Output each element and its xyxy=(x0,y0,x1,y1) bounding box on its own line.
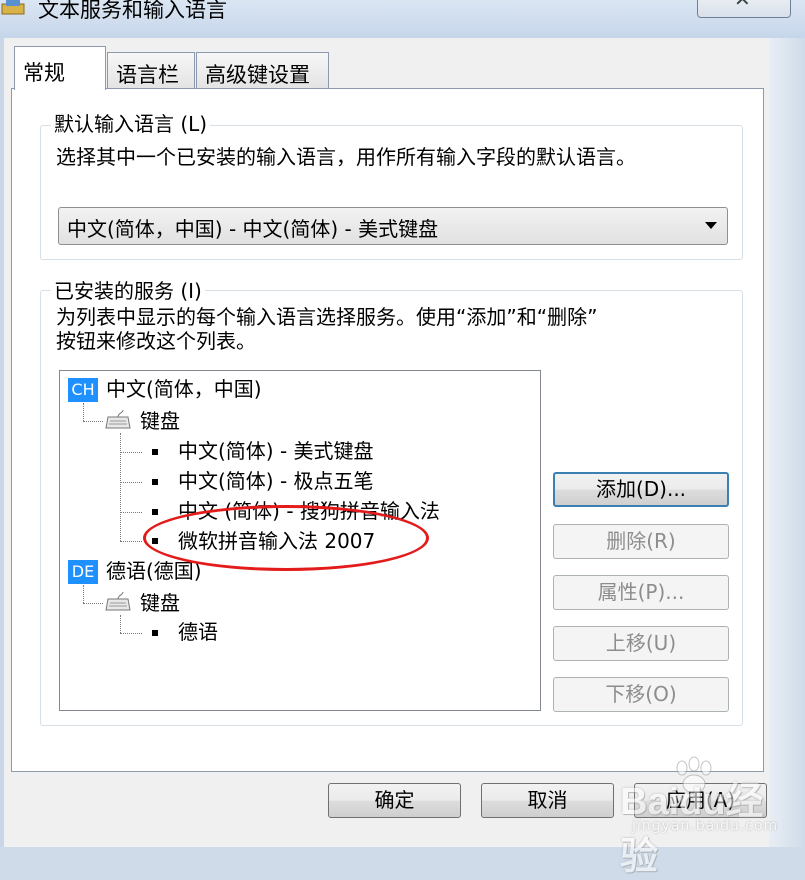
keyboard-icon xyxy=(105,592,131,611)
app-icon xyxy=(1,0,25,15)
tree-language-chinese[interactable]: 中文(简体，中国) xyxy=(106,376,262,402)
tree-group-keyboard-de[interactable]: 键盘 xyxy=(140,590,180,616)
move-down-button[interactable]: 下移(O) xyxy=(553,677,729,712)
tab-general-label: 常规 xyxy=(23,61,65,85)
tree-item-us-keyboard[interactable]: 中文(简体) - 美式键盘 xyxy=(178,438,374,464)
language-badge-de: DE xyxy=(68,560,98,584)
properties-button[interactable]: 属性(P)... xyxy=(553,575,729,610)
chevron-down-icon xyxy=(705,222,717,229)
tree-group-keyboard[interactable]: 键盘 xyxy=(140,408,180,434)
add-button[interactable]: 添加(D)... xyxy=(553,472,729,507)
tab-advanced-key-settings[interactable]: 高级键设置 xyxy=(196,52,329,89)
default-language-description: 选择其中一个已安装的输入语言，用作所有输入字段的默认语言。 xyxy=(56,145,636,169)
tree-connector xyxy=(83,585,84,603)
move-up-button[interactable]: 上移(U) xyxy=(553,626,729,661)
tab-advanced-label: 高级键设置 xyxy=(205,63,310,87)
tree-connector xyxy=(120,512,142,513)
close-icon: ✕ xyxy=(734,0,751,11)
tree-connector xyxy=(83,603,103,604)
tree-connector xyxy=(120,633,142,634)
tab-language-bar-label: 语言栏 xyxy=(116,63,179,87)
bullet xyxy=(152,479,158,485)
tree-connector xyxy=(120,482,142,483)
highlight-ellipse xyxy=(143,505,429,571)
cancel-button[interactable]: 取消 xyxy=(481,783,614,818)
ok-button[interactable]: 确定 xyxy=(328,783,461,818)
tree-connector xyxy=(120,541,142,542)
close-button[interactable]: ✕ xyxy=(697,0,791,18)
default-language-legend: 默认输入语言 (L) xyxy=(51,112,211,136)
tree-connector xyxy=(120,615,121,633)
tree-item-german[interactable]: 德语 xyxy=(178,619,218,645)
installed-services-description-2: 按钮来修改这个列表。 xyxy=(56,329,256,353)
installed-services-legend: 已安装的服务 (I) xyxy=(51,279,205,303)
tree-connector xyxy=(83,421,103,422)
title-bar: 文本服务和输入语言 ✕ xyxy=(0,0,805,38)
default-language-value: 中文(简体，中国) - 中文(简体) - 美式键盘 xyxy=(67,217,439,241)
tab-language-bar[interactable]: 语言栏 xyxy=(107,52,195,89)
language-badge-ch: CH xyxy=(68,378,98,402)
tree-connector xyxy=(83,403,84,421)
bullet xyxy=(152,509,158,515)
tree-connector xyxy=(120,452,142,453)
watermark-sub: jingyan.baidu.com xyxy=(632,818,779,834)
tree-item-jidian-wubi[interactable]: 中文(简体) - 极点五笔 xyxy=(178,468,374,494)
remove-button[interactable]: 删除(R) xyxy=(553,524,729,559)
window-frame-right xyxy=(769,38,805,847)
default-language-select[interactable]: 中文(简体，中国) - 中文(简体) - 美式键盘 xyxy=(58,207,728,245)
bullet xyxy=(152,449,158,455)
installed-services-description-1: 为列表中显示的每个输入语言选择服务。使用“添加”和“删除” xyxy=(56,305,598,329)
bullet xyxy=(152,630,158,636)
tree-connector xyxy=(120,433,121,541)
tab-general[interactable]: 常规 xyxy=(14,46,106,90)
window-title: 文本服务和输入语言 xyxy=(38,0,227,22)
baidu-watermark: Baidu经验 jingyan.baidu.com xyxy=(612,756,792,878)
keyboard-icon xyxy=(105,410,131,429)
